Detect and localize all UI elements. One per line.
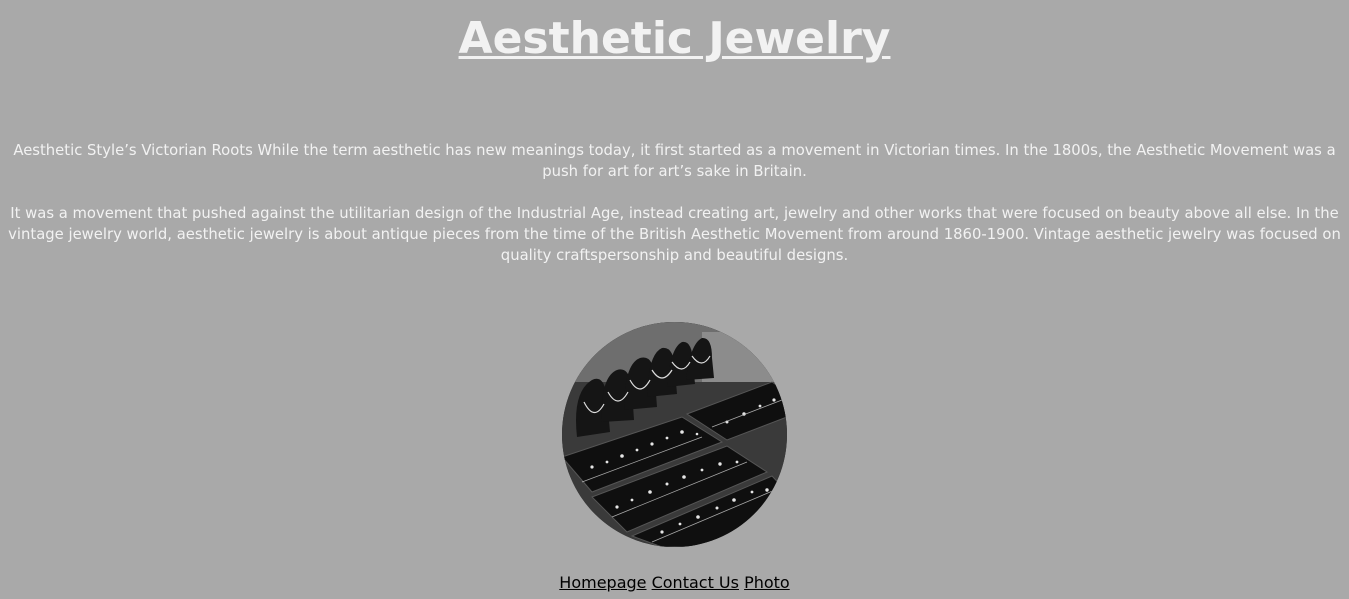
nav-link-homepage[interactable]: Homepage xyxy=(559,573,646,592)
nav-link-photo[interactable]: Photo xyxy=(744,573,790,592)
page-title: Aesthetic Jewelry xyxy=(458,13,891,64)
intro-paragraph: Aesthetic Style’s Victorian Roots While … xyxy=(13,142,1336,180)
footer-nav: Homepage Contact Us Photo xyxy=(0,572,1349,594)
nav-link-contact-us[interactable]: Contact Us xyxy=(652,573,739,592)
jewelry-display-photo xyxy=(562,322,787,547)
page: Aesthetic Jewelry Aesthetic Style’s Vict… xyxy=(0,0,1349,599)
history-paragraph: It was a movement that pushed against th… xyxy=(8,205,1341,264)
article-content: Aesthetic Style’s Victorian Roots While … xyxy=(8,140,1341,287)
